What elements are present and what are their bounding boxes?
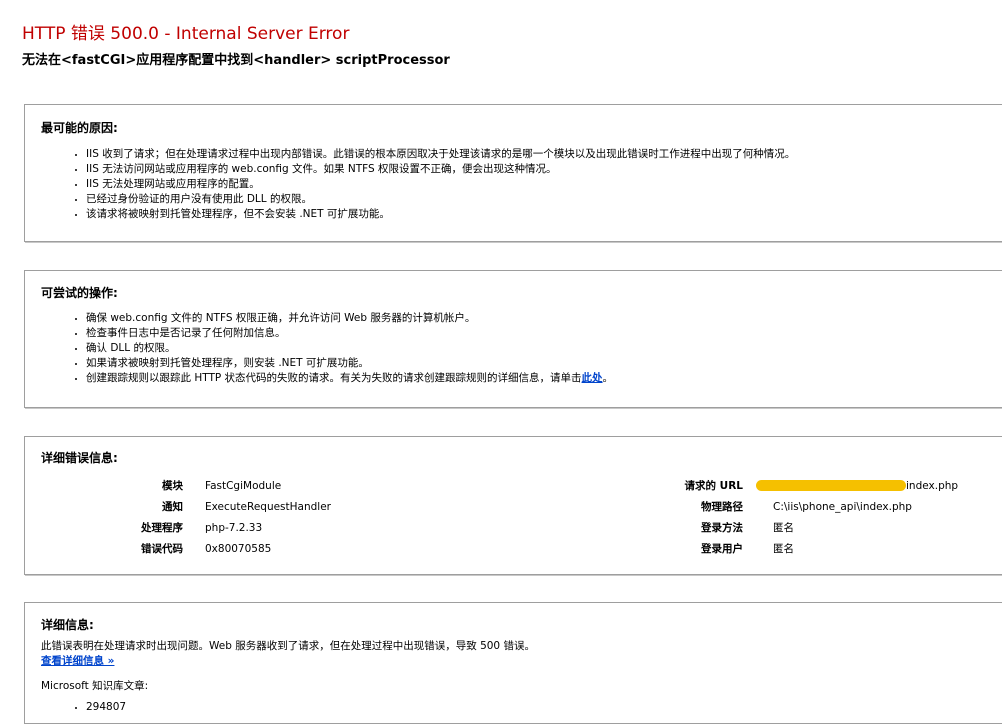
kb-label: Microsoft 知识库文章: [41, 680, 149, 692]
list-item: IIS 无法处理网站或应用程序的配置。 [86, 177, 795, 192]
actions-heading: 可尝试的操作: [41, 286, 118, 300]
error-code-value: 0x80070585 [205, 543, 272, 555]
request-url-label: 请求的 URL [684, 480, 743, 492]
info-panel: 详细信息: 此错误表明在处理请求时出现问题。Web 服务器收到了请求，但在处理过… [24, 602, 1002, 724]
module-label: 模块 [162, 480, 183, 492]
logon-method-value: 匿名 [773, 522, 794, 534]
info-description: 此错误表明在处理请求时出现问题。Web 服务器收到了请求，但在处理过程中出现错误… [41, 640, 535, 652]
redacted-url-mask [756, 480, 906, 491]
causes-list: IIS 收到了请求；但在处理请求过程中出现内部错误。此错误的根本原因取决于处理该… [25, 147, 795, 222]
actions-list: 确保 web.config 文件的 NTFS 权限正确，并允许访问 Web 服务… [25, 311, 613, 386]
list-item: IIS 收到了请求；但在处理请求过程中出现内部错误。此错误的根本原因取决于处理该… [86, 147, 795, 162]
error-code-label: 错误代码 [141, 543, 183, 555]
module-value: FastCgiModule [205, 480, 282, 492]
list-item: IIS 无法访问网站或应用程序的 web.config 文件。如果 NTFS 权… [86, 162, 795, 177]
list-item: 已经过身份验证的用户没有使用此 DLL 的权限。 [86, 192, 795, 207]
trace-rule-text: 创建跟踪规则以跟踪此 HTTP 状态代码的失败的请求。有关为失败的请求创建跟踪规… [86, 372, 582, 384]
causes-heading: 最可能的原因: [41, 121, 118, 135]
notification-label: 通知 [162, 501, 183, 513]
detail-row-module: 模块 FastCgiModule 请求的 URL index.php [25, 478, 1002, 494]
notification-value: ExecuteRequestHandler [205, 501, 331, 513]
logon-method-label: 登录方法 [701, 522, 743, 534]
causes-panel: 最可能的原因: IIS 收到了请求；但在处理请求过程中出现内部错误。此错误的根本… [24, 104, 1002, 242]
info-body: 此错误表明在处理请求时出现问题。Web 服务器收到了请求，但在处理过程中出现错误… [41, 639, 535, 715]
list-item: 确保 web.config 文件的 NTFS 权限正确，并允许访问 Web 服务… [86, 311, 613, 326]
handler-value: php-7.2.33 [205, 522, 263, 534]
more-info-link[interactable]: 查看详细信息 » [41, 655, 114, 667]
list-item: 该请求将被映射到托管处理程序，但不会安装 .NET 可扩展功能。 [86, 207, 795, 222]
logon-user-label: 登录用户 [701, 543, 743, 555]
actions-panel: 可尝试的操作: 确保 web.config 文件的 NTFS 权限正确，并允许访… [24, 270, 1002, 408]
error-header: HTTP 错误 500.0 - Internal Server Error 无法… [0, 0, 1002, 70]
list-item: 确认 DLL 的权限。 [86, 341, 613, 356]
request-url-value: index.php [906, 480, 959, 492]
here-link[interactable]: 此处 [582, 372, 603, 384]
handler-label: 处理程序 [141, 522, 183, 534]
detail-heading: 详细错误信息: [41, 451, 118, 465]
list-item: 检查事件日志中是否记录了任何附加信息。 [86, 326, 613, 341]
page-subtitle: 无法在<fastCGI>应用程序配置中找到<handler> scriptPro… [22, 53, 450, 68]
trace-rule-end: 。 [602, 372, 614, 384]
physical-path-label: 物理路径 [701, 501, 743, 513]
list-item: 如果请求被映射到托管处理程序，则安装 .NET 可扩展功能。 [86, 356, 613, 371]
detail-row-handler: 处理程序 php-7.2.33 登录方法 匿名 [25, 520, 1002, 536]
page-title: HTTP 错误 500.0 - Internal Server Error [22, 24, 350, 44]
list-item: 创建跟踪规则以跟踪此 HTTP 状态代码的失败的请求。有关为失败的请求创建跟踪规… [86, 371, 613, 386]
kb-article-item[interactable]: 294807 [86, 700, 535, 715]
kb-list: 294807 [41, 700, 535, 715]
detail-row-error-code: 错误代码 0x80070585 登录用户 匿名 [25, 541, 1002, 557]
logon-user-value: 匿名 [773, 543, 794, 555]
info-heading: 详细信息: [41, 618, 94, 632]
detail-row-notification: 通知 ExecuteRequestHandler 物理路径 C:\iis\pho… [25, 499, 1002, 515]
detail-panel: 详细错误信息: 模块 FastCgiModule 请求的 URL index.p… [24, 436, 1002, 575]
physical-path-value: C:\iis\phone_api\index.php [773, 501, 912, 513]
